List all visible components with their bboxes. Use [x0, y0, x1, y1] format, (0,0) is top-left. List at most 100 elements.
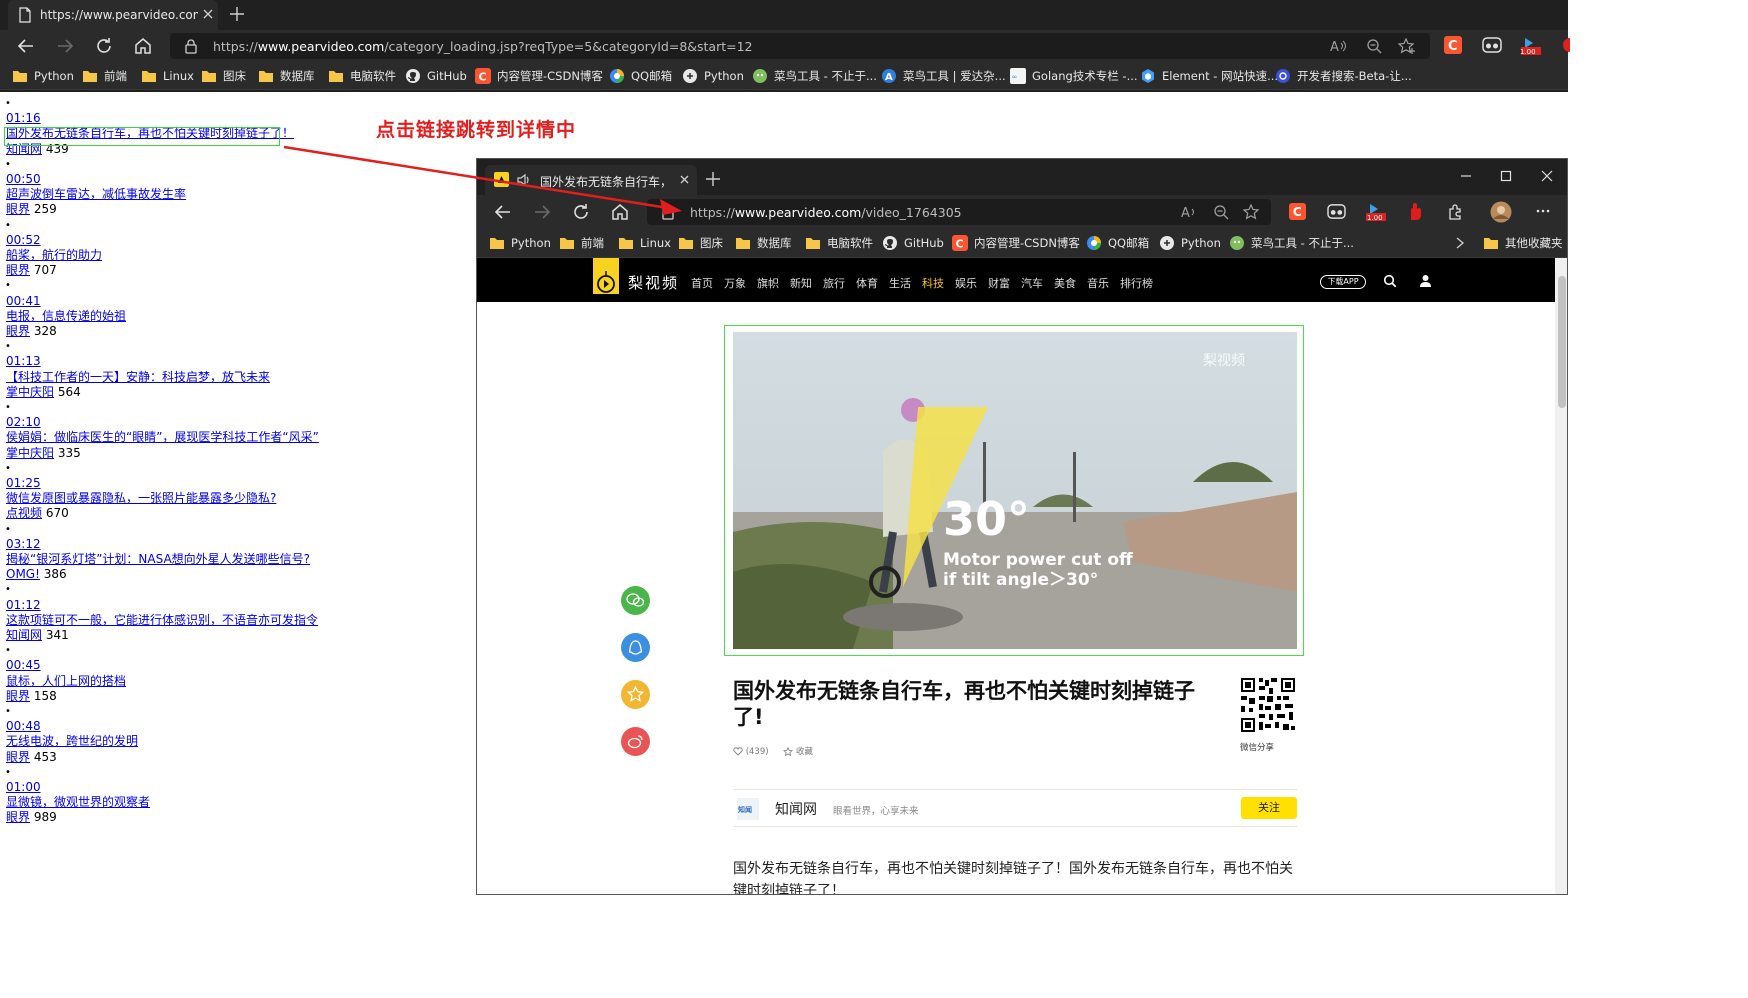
bookmark-item[interactable]: 菜鸟工具 - 不止于... [1229, 235, 1354, 251]
video-title-link[interactable]: 侯娟娟：做临床医生的“眼睛”，展现医学科技工作者“风采” [6, 430, 476, 445]
new-tab-icon[interactable] [228, 5, 246, 23]
glasses-extension-icon[interactable] [1482, 36, 1502, 54]
video-duration-link[interactable]: 00:48 [6, 704, 476, 734]
video-duration-link[interactable]: 00:45 [6, 643, 476, 673]
site-nav-item[interactable]: 新知 [790, 275, 812, 291]
video-source-link[interactable]: 点视频 [6, 506, 42, 520]
video-duration-link[interactable]: 01:12 [6, 582, 476, 612]
back-icon[interactable] [493, 202, 513, 222]
back-icon[interactable] [16, 36, 36, 56]
search-icon[interactable] [1383, 274, 1397, 288]
forward-icon[interactable] [532, 202, 552, 222]
bookmark-item[interactable]: C 内容管理-CSDN博客 [952, 235, 1080, 251]
close-icon[interactable] [201, 7, 215, 21]
site-nav-item[interactable]: 财富 [988, 275, 1010, 291]
csdn-extension-icon[interactable]: C [1444, 36, 1462, 54]
home-icon[interactable] [133, 36, 153, 56]
author-name[interactable]: 知闻网 [775, 799, 817, 819]
qzone-share-icon[interactable] [621, 680, 650, 709]
star-icon[interactable] [783, 746, 794, 757]
bookmark-item[interactable]: Linux [618, 235, 671, 251]
video-duration-link[interactable]: 00:52 [6, 218, 476, 248]
outer-address-bar[interactable]: https://www.pearvideo.com/category_loadi… [170, 33, 1430, 59]
bookmark-item[interactable]: 电脑软件 [805, 235, 873, 251]
video-duration-link[interactable]: 01:13 [6, 339, 476, 369]
adblock-extension-icon[interactable] [1407, 202, 1425, 222]
video-title-link[interactable]: 船桨，航行的助力 [6, 248, 476, 263]
site-nav-item[interactable]: 旅行 [823, 275, 845, 291]
scrollbar-thumb[interactable] [1558, 276, 1566, 408]
qq-share-icon[interactable] [621, 633, 650, 662]
bookmark-item[interactable]: Python [12, 68, 74, 84]
video-duration-link[interactable]: 02:10 [6, 400, 476, 430]
site-nav-item[interactable]: 汽车 [1021, 275, 1043, 291]
bookmark-item[interactable]: A 菜鸟工具 | 爱达杂... [881, 68, 1006, 84]
bookmark-item[interactable]: 数据库 [258, 68, 315, 84]
site-nav-item[interactable]: 旗帜 [757, 275, 779, 291]
bookmark-item[interactable]: C 内容管理-CSDN博客 [475, 68, 603, 84]
chevron-right-icon[interactable] [1454, 236, 1466, 250]
site-nav-item[interactable]: 音乐 [1087, 275, 1109, 291]
site-nav-item[interactable]: 排行榜 [1120, 275, 1153, 291]
pearvideo-logo[interactable] [593, 258, 619, 294]
user-icon[interactable] [1419, 274, 1432, 288]
more-menu-icon[interactable] [1535, 203, 1551, 219]
video-title-link[interactable]: 显微镜，微观世界的观察者 [6, 795, 476, 810]
window-close-icon[interactable] [1540, 169, 1554, 183]
wechat-share-icon[interactable] [621, 586, 650, 615]
refresh-icon[interactable] [571, 202, 591, 222]
weibo-share-icon[interactable] [621, 727, 650, 756]
video-source-link[interactable]: OMG! [6, 567, 40, 581]
csdn-extension-icon[interactable]: C [1289, 203, 1306, 220]
zoom-out-icon[interactable] [1213, 204, 1229, 220]
home-icon[interactable] [610, 202, 630, 222]
bookmark-item[interactable]: 前端 [559, 235, 604, 251]
video-duration-link[interactable]: 00:41 [6, 278, 476, 308]
video-duration-link[interactable]: 00:50 [6, 157, 476, 187]
site-nav-item[interactable]: 万象 [724, 275, 746, 291]
refresh-icon[interactable] [94, 36, 114, 56]
video-duration-link[interactable]: 01:00 [6, 765, 476, 795]
site-nav-item[interactable]: 美食 [1054, 275, 1076, 291]
read-aloud-icon[interactable]: A [1181, 204, 1199, 220]
minimize-icon[interactable] [1459, 169, 1473, 183]
video-player[interactable]: 梨视频 30° Motor power cut off if tilt angle… [733, 332, 1297, 649]
read-aloud-icon[interactable]: A [1330, 38, 1348, 54]
video-source-link[interactable]: 眼界 [6, 750, 30, 764]
bookmark-item[interactable]: Element - 网站快速... [1140, 68, 1278, 84]
profile-avatar[interactable] [1490, 201, 1512, 223]
maximize-icon[interactable] [1499, 169, 1513, 183]
bookmark-item[interactable]: GitHub [882, 235, 944, 251]
video-title-link[interactable]: 电报，信息传递的始祖 [6, 309, 476, 324]
video-source-link[interactable]: 眼界 [6, 263, 30, 277]
inner-address-bar[interactable]: https://www.pearvideo.com/video_1764305 … [647, 199, 1271, 225]
video-source-link[interactable]: 眼界 [6, 810, 30, 824]
site-nav-item[interactable]: 科技 [922, 275, 944, 291]
video-duration-link[interactable]: 03:12 [6, 522, 476, 552]
video-duration-link[interactable]: 01:25 [6, 461, 476, 491]
zoom-out-icon[interactable] [1366, 38, 1382, 54]
new-tab-icon[interactable] [705, 171, 721, 187]
download-app-button[interactable]: 下载APP [1320, 275, 1366, 289]
bookmark-item[interactable]: QQ邮箱 [1086, 235, 1149, 251]
puzzle-extensions-icon[interactable] [1447, 203, 1465, 221]
red-extension-icon[interactable] [1560, 36, 1570, 54]
bookmark-item[interactable]: Python [489, 235, 551, 251]
video-title-link[interactable]: 揭秘“银河系灯塔”计划：NASA想向外星人发送哪些信号? [6, 552, 476, 567]
bookmark-item[interactable]: Python [682, 68, 744, 84]
video-source-link[interactable]: 眼界 [6, 324, 30, 338]
bookmark-item[interactable]: Linux [141, 68, 194, 84]
add-favorite-icon[interactable] [1398, 38, 1416, 54]
video-title-link[interactable]: 鼠标，人们上网的搭档 [6, 674, 476, 689]
video-source-link[interactable]: 掌中庆阳 [6, 446, 54, 460]
heart-icon[interactable] [733, 747, 743, 756]
close-icon[interactable] [678, 173, 691, 186]
bookmark-item[interactable]: 图床 [678, 235, 723, 251]
bookmark-item[interactable]: QQ邮箱 [609, 68, 672, 84]
bookmark-item[interactable]: 开发者搜索-Beta-让... [1275, 68, 1412, 84]
video-source-link[interactable]: 掌中庆阳 [6, 385, 54, 399]
follow-button[interactable]: 关注 [1241, 797, 1297, 819]
video-source-link[interactable]: 眼界 [6, 689, 30, 703]
page-scrollbar[interactable] [1555, 258, 1567, 894]
site-nav-item[interactable]: 生活 [889, 275, 911, 291]
